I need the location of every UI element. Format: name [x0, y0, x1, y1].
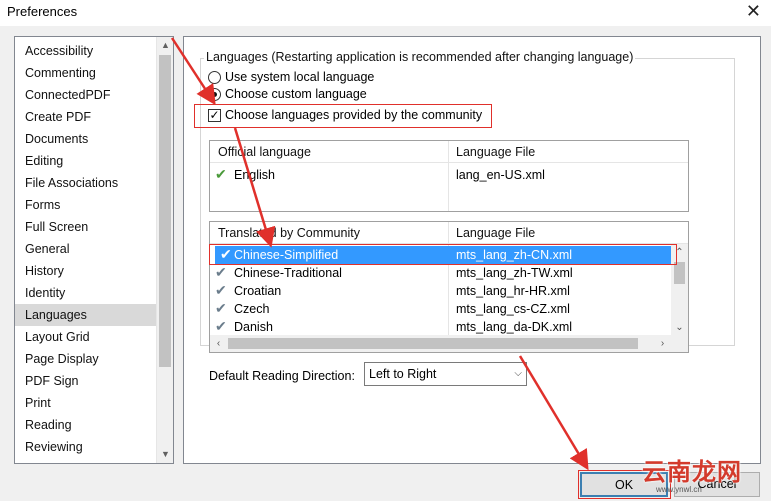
sidebar-item-layout-grid[interactable]: Layout Grid	[15, 326, 157, 348]
annotation-highlight-checkbox	[194, 104, 492, 128]
scrollbar-thumb[interactable]	[159, 55, 171, 367]
radio-label: Use system local language	[225, 70, 375, 84]
scrollbar-thumb[interactable]	[674, 262, 685, 284]
sidebar-item-forms[interactable]: Forms	[15, 194, 157, 216]
language-name: English	[234, 168, 275, 182]
sidebar-item-documents[interactable]: Documents	[15, 128, 157, 150]
table-row[interactable]: ✔ Danish mts_lang_da-DK.xml	[210, 318, 670, 336]
language-name: Chinese-Traditional	[234, 266, 342, 280]
check-icon: ✔	[215, 300, 227, 316]
column-header[interactable]: Language File	[456, 145, 535, 159]
close-icon[interactable]: ✕	[746, 1, 761, 22]
sidebar-item-languages[interactable]: Languages	[15, 304, 157, 326]
sidebar-item-identity[interactable]: Identity	[15, 282, 157, 304]
column-header[interactable]: Language File	[456, 226, 535, 240]
watermark-logo: 云南龙网	[642, 459, 742, 486]
sidebar-item-pdf-sign[interactable]: PDF Sign	[15, 370, 157, 392]
radio-button-selected[interactable]	[208, 87, 221, 101]
table-header: Translated by Community Language File	[210, 222, 688, 244]
chevron-down-icon: ⌵	[514, 368, 522, 379]
sidebar-list: Accessibility Commenting ConnectedPDF Creat…	[15, 40, 157, 458]
scroll-left-icon[interactable]: ‹	[210, 335, 227, 352]
table-row[interactable]: ✔ English lang_en-US.xml	[210, 166, 688, 184]
radio-system-language[interactable]: Use system local language	[208, 69, 374, 85]
language-name: Croatian	[234, 284, 282, 298]
check-icon: ✔	[215, 264, 227, 280]
table-header: Official language Language File	[210, 141, 688, 163]
sidebar-item-page-display[interactable]: Page Display	[15, 348, 157, 370]
language-name: Czech	[234, 302, 270, 316]
language-file: mts_lang_zh-TW.xml	[456, 266, 573, 280]
check-icon: ✔	[215, 318, 227, 334]
select-value: Left to Right	[369, 367, 437, 381]
table-row[interactable]: ✔ Czech mts_lang_cs-CZ.xml	[210, 300, 670, 318]
sidebar-item-reviewing[interactable]: Reviewing	[15, 436, 157, 458]
column-header[interactable]: Translated by Community	[218, 226, 360, 240]
table-row[interactable]: ✔ Croatian mts_lang_hr-HR.xml	[210, 282, 670, 300]
reading-direction-select[interactable]: Left to Right ⌵	[364, 362, 527, 386]
reading-direction-label: Default Reading Direction:	[209, 369, 355, 383]
table-row[interactable]: ✔ Chinese-Traditional mts_lang_zh-TW.xml	[210, 264, 670, 282]
scrollbar-thumb[interactable]	[228, 338, 638, 349]
scroll-down-icon[interactable]: ⌄	[671, 319, 688, 336]
radio-custom-language[interactable]: Choose custom language	[208, 86, 367, 102]
sidebar-item-print[interactable]: Print	[15, 392, 157, 414]
radio-button[interactable]	[208, 70, 221, 84]
sidebar-item-general[interactable]: General	[15, 238, 157, 260]
column-header[interactable]: Official language	[218, 145, 311, 159]
window-title: Preferences	[7, 4, 78, 19]
check-icon: ✔	[215, 282, 227, 298]
scroll-right-icon[interactable]: ›	[654, 335, 671, 352]
languages-legend: Languages (Restarting application is rec…	[204, 50, 636, 64]
community-language-table: Translated by Community Language File ✔ C…	[209, 221, 689, 353]
sidebar-item-editing[interactable]: Editing	[15, 150, 157, 172]
language-file: mts_lang_hr-HR.xml	[456, 284, 570, 298]
sidebar-item-reading[interactable]: Reading	[15, 414, 157, 436]
preferences-sidebar: Accessibility Commenting ConnectedPDF Creat…	[14, 36, 174, 464]
check-icon: ✔	[215, 166, 227, 182]
scroll-down-icon[interactable]: ▼	[157, 446, 174, 463]
watermark-url: www.ynwl.cn	[656, 485, 702, 494]
sidebar-item-create-pdf[interactable]: Create PDF	[15, 106, 157, 128]
language-file: mts_lang_cs-CZ.xml	[456, 302, 570, 316]
sidebar-item-connectedpdf[interactable]: ConnectedPDF	[15, 84, 157, 106]
table-horizontal-scrollbar[interactable]: ‹ ›	[210, 335, 688, 352]
radio-label: Choose custom language	[225, 87, 367, 101]
title-bar: Preferences ✕	[0, 0, 771, 26]
sidebar-item-full-screen[interactable]: Full Screen	[15, 216, 157, 238]
language-name: Danish	[234, 320, 273, 334]
sidebar-scrollbar[interactable]: ▲ ▼	[156, 37, 173, 463]
sidebar-item-history[interactable]: History	[15, 260, 157, 282]
annotation-highlight-row	[209, 244, 677, 265]
sidebar-item-file-associations[interactable]: File Associations	[15, 172, 157, 194]
language-file: mts_lang_da-DK.xml	[456, 320, 573, 334]
language-file: lang_en-US.xml	[456, 168, 545, 182]
sidebar-item-commenting[interactable]: Commenting	[15, 62, 157, 84]
sidebar-item-accessibility[interactable]: Accessibility	[15, 40, 157, 62]
official-language-table: Official language Language File ✔ Englis…	[209, 140, 689, 212]
scroll-up-icon[interactable]: ▲	[157, 37, 174, 54]
